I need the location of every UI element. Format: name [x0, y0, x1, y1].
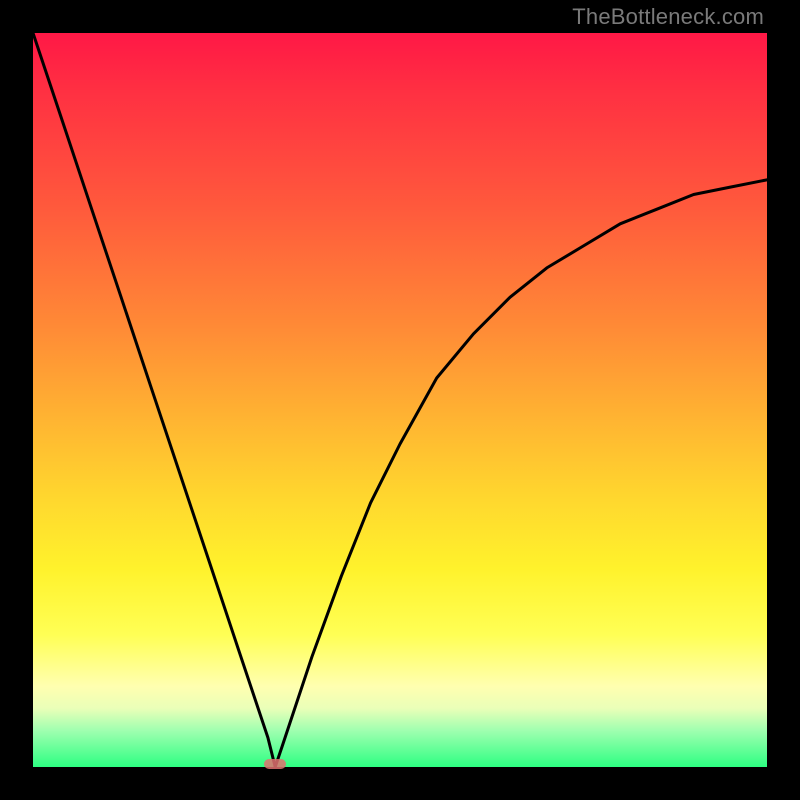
watermark-text: TheBottleneck.com	[572, 4, 764, 30]
bottleneck-curve	[33, 33, 767, 767]
valley-marker	[264, 759, 286, 769]
chart-frame: TheBottleneck.com	[0, 0, 800, 800]
curve-path	[33, 33, 767, 767]
plot-area	[33, 33, 767, 767]
